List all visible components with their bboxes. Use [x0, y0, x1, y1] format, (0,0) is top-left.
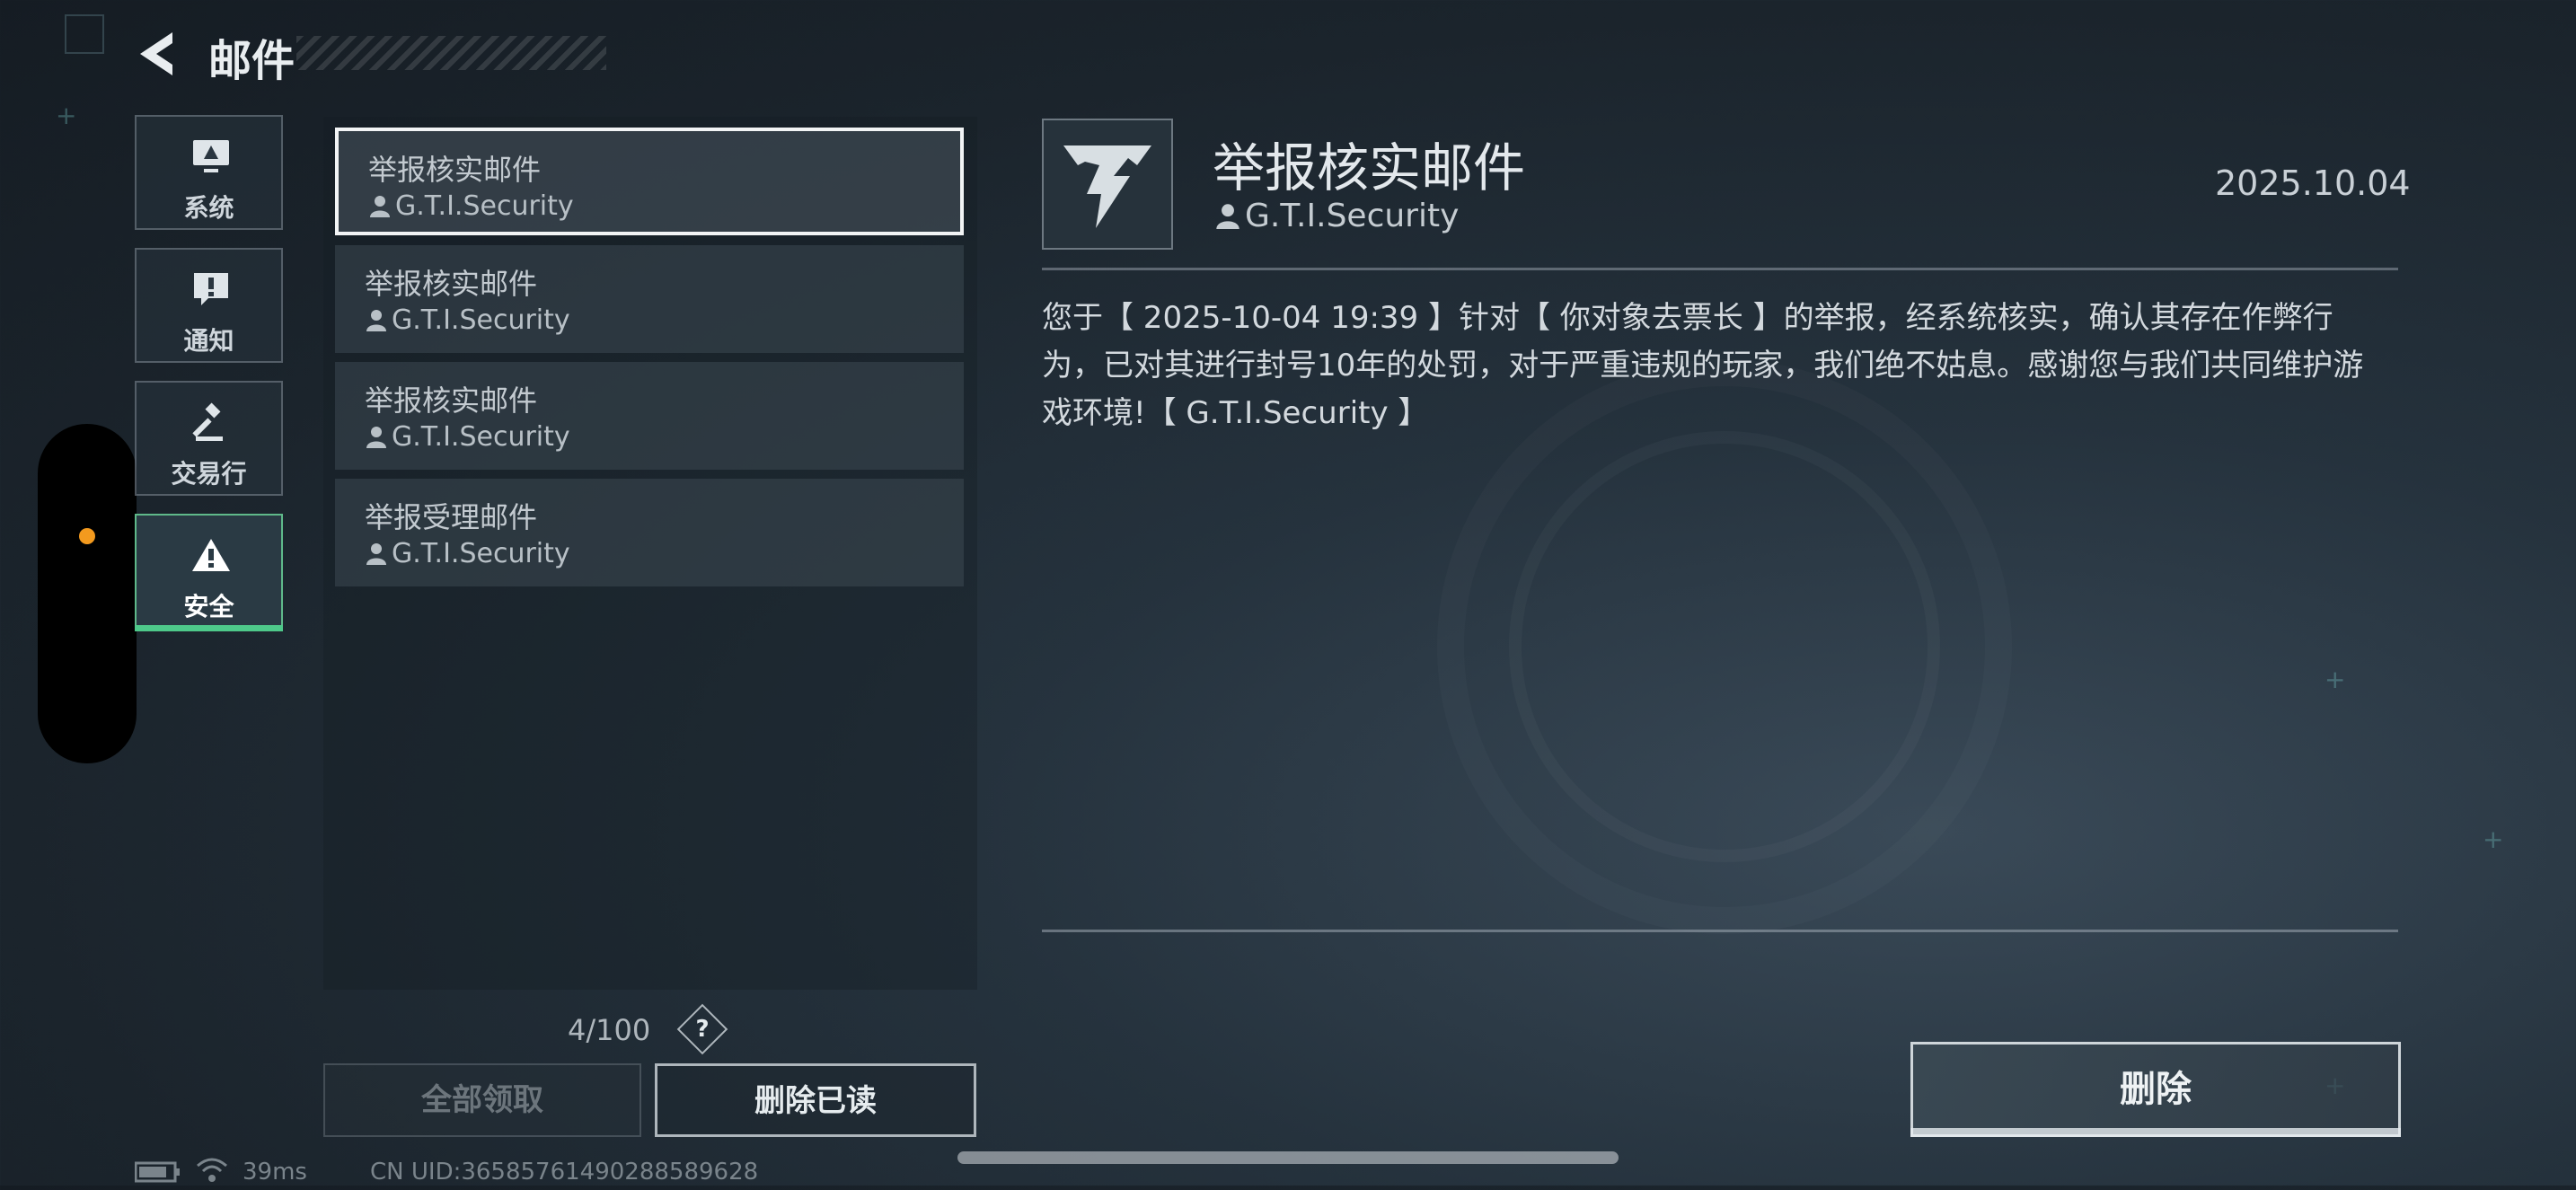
person-icon [366, 427, 386, 448]
uid-text: CN UID:36585761490288589628 [370, 1159, 759, 1186]
category-system[interactable]: 系统 [135, 115, 283, 230]
wifi-icon [196, 1157, 228, 1190]
deco-cross-icon: + [2325, 665, 2346, 694]
mail-item[interactable]: 举报核实邮件 G.T.I.Security [335, 128, 964, 235]
active-indicator [135, 625, 283, 631]
claim-all-button[interactable]: 全部领取 [323, 1063, 641, 1137]
deco-cross-icon: + [56, 101, 77, 130]
page-title: 邮件 [208, 36, 296, 86]
category-label: 通知 [183, 326, 234, 356]
warning-icon [192, 539, 230, 571]
mail-sender-name: G.T.I.Security [392, 421, 570, 453]
mail-sender: G.T.I.Security [368, 190, 574, 222]
back-arrow-icon [140, 32, 172, 75]
sender-logo [1042, 119, 1173, 250]
mail-sender-name: G.T.I.Security [392, 538, 570, 569]
help-icon: ? [695, 1016, 710, 1043]
mail-detail-sender: G.T.I.Security [1214, 198, 1459, 234]
person-icon [366, 310, 386, 331]
person-icon [1216, 204, 1239, 229]
mail-sender: G.T.I.Security [365, 421, 570, 453]
back-button[interactable] [133, 27, 187, 81]
mail-subject: 举报核实邮件 [365, 383, 538, 418]
delete-button[interactable]: 删除 [1910, 1042, 2401, 1137]
exclamation-icon [194, 273, 228, 305]
category-label: 交易行 [171, 459, 247, 489]
mail-item[interactable]: 举报受理邮件 G.T.I.Security [335, 479, 964, 586]
deco-square [65, 14, 104, 54]
mail-count: 4/100 [568, 1013, 651, 1047]
home-indicator[interactable] [957, 1151, 1619, 1164]
mail-detail-sender-name: G.T.I.Security [1245, 198, 1460, 234]
person-icon [370, 196, 390, 217]
mail-item[interactable]: 举报核实邮件 G.T.I.Security [335, 362, 964, 470]
divider [1042, 268, 2398, 270]
lightning-shield-icon [1063, 145, 1151, 228]
mail-sender: G.T.I.Security [365, 304, 570, 336]
category-security[interactable]: 安全 [135, 514, 283, 629]
delete-read-button[interactable]: 删除已读 [655, 1063, 976, 1137]
ping-text: 39ms [243, 1159, 307, 1186]
mail-subject: 举报核实邮件 [368, 153, 542, 187]
category-label: 安全 [183, 592, 234, 621]
mail-subject: 举报受理邮件 [365, 500, 538, 534]
mail-sender-name: G.T.I.Security [392, 304, 570, 336]
background-emblem-inner [1509, 431, 1940, 862]
divider [1042, 930, 2398, 932]
gavel-icon [192, 402, 223, 441]
mail-subject: 举报核实邮件 [365, 267, 538, 301]
title-stripe [296, 36, 606, 70]
mail-sender-name: G.T.I.Security [395, 190, 574, 222]
category-notice[interactable]: 通知 [135, 248, 283, 363]
battery-icon [134, 1160, 181, 1190]
monitor-icon [193, 140, 229, 172]
delete-button-underline [1910, 1128, 2401, 1137]
category-label: 系统 [183, 193, 234, 223]
deco-cross-icon: + [2483, 824, 2504, 854]
category-trading[interactable]: 交易行 [135, 381, 283, 496]
mail-detail-title: 举报核实邮件 [1213, 137, 1526, 198]
floating-pill[interactable] [38, 424, 137, 763]
mail-item[interactable]: 举报核实邮件 G.T.I.Security [335, 245, 964, 353]
mail-detail-date: 2025.10.04 [2215, 163, 2411, 203]
person-icon [366, 543, 386, 565]
notification-dot [79, 528, 95, 544]
mail-sender: G.T.I.Security [365, 538, 570, 569]
mail-detail-body: 您于【 2025-10-04 19:39 】针对【 你对象去票长 】的举报，经系… [1042, 300, 2364, 431]
